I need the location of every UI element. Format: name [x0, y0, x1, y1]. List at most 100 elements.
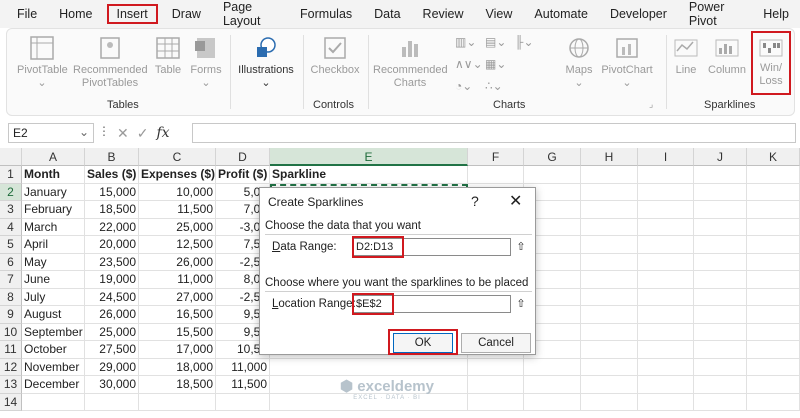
grid-cell[interactable] [747, 358, 800, 376]
recommended-charts-button[interactable]: Recommended Charts [373, 35, 448, 90]
menu-draw[interactable]: Draw [161, 4, 212, 24]
column-header[interactable]: J [694, 148, 747, 166]
menu-file[interactable]: File [6, 4, 48, 24]
grid-cell[interactable] [747, 306, 800, 324]
grid-cell[interactable] [694, 218, 747, 236]
pie-chart-icon[interactable]: ◔⌄ [455, 79, 472, 93]
menu-formulas[interactable]: Formulas [289, 4, 363, 24]
grid-cell[interactable] [694, 358, 747, 376]
grid-cell[interactable]: 18,000 [139, 358, 216, 376]
menu-help[interactable]: Help [752, 4, 800, 24]
grid-cell[interactable]: 15,000 [85, 183, 139, 201]
column-header[interactable]: H [581, 148, 638, 166]
grid-cell[interactable] [524, 358, 581, 376]
grid-cell[interactable] [524, 376, 581, 394]
grid-cell[interactable] [694, 183, 747, 201]
grid-cell[interactable] [747, 201, 800, 219]
grid-cell[interactable]: 18,500 [139, 376, 216, 394]
grid-cell[interactable] [747, 393, 800, 411]
pivotchart-button[interactable]: PivotChart ⌄ [599, 35, 655, 90]
grid-cell[interactable] [747, 166, 800, 184]
grid-cell[interactable]: December [22, 376, 85, 394]
grid-cell[interactable] [694, 236, 747, 254]
row-header[interactable]: 8 [0, 288, 22, 306]
column-header[interactable]: F [468, 148, 524, 166]
grid-cell[interactable] [638, 271, 694, 289]
grid-cell[interactable] [638, 166, 694, 184]
dialog-launcher-icon[interactable]: ⌟ [649, 99, 653, 110]
row-header[interactable]: 14 [0, 393, 22, 411]
grid-cell[interactable]: 24,500 [85, 288, 139, 306]
grid-cell[interactable] [747, 376, 800, 394]
grid-cell[interactable] [638, 218, 694, 236]
grid-cell[interactable] [694, 166, 747, 184]
grid-cell[interactable] [581, 236, 638, 254]
grid-cell[interactable] [581, 341, 638, 359]
grid-cell[interactable] [581, 306, 638, 324]
grid-cell[interactable] [581, 288, 638, 306]
menu-automate[interactable]: Automate [523, 4, 599, 24]
grid-cell[interactable] [581, 166, 638, 184]
sparkline-line-button[interactable]: Line [671, 35, 701, 77]
grid-cell[interactable] [694, 271, 747, 289]
cancel-icon[interactable]: ✕ [117, 125, 129, 142]
line-chart-icon[interactable]: ∧∨⌄ [455, 57, 483, 71]
grid-cell[interactable] [581, 393, 638, 411]
grid-cell[interactable] [524, 393, 581, 411]
column-header[interactable]: D [216, 148, 270, 166]
waterfall-chart-icon[interactable]: ╟⌄ [515, 35, 534, 49]
grid-cell[interactable]: 16,500 [139, 306, 216, 324]
cancel-button[interactable]: Cancel [461, 333, 531, 353]
grid-cell[interactable]: 25,000 [139, 218, 216, 236]
illustrations-button[interactable]: Illustrations ⌄ [235, 35, 297, 90]
grid-cell[interactable] [747, 271, 800, 289]
column-header[interactable]: G [524, 148, 581, 166]
hierarchy-chart-icon[interactable]: ▤⌄ [485, 35, 506, 49]
menu-insert[interactable]: Insert [106, 4, 158, 24]
row-header[interactable]: 3 [0, 201, 22, 219]
more-options-icon[interactable]: ⋮ [98, 124, 110, 138]
grid-cell[interactable]: 11,500 [216, 376, 270, 394]
grid-cell[interactable] [747, 218, 800, 236]
scatter-chart-icon[interactable]: ∴⌄ [485, 79, 503, 93]
grid-cell[interactable]: 18,500 [85, 201, 139, 219]
grid-cell[interactable] [22, 393, 85, 411]
grid-cell[interactable] [638, 306, 694, 324]
grid-cell[interactable] [638, 236, 694, 254]
formula-input[interactable] [192, 123, 796, 143]
grid-cell[interactable]: 10,000 [139, 183, 216, 201]
grid-cell[interactable] [638, 393, 694, 411]
grid-cell[interactable]: Sales ($) [85, 166, 139, 184]
grid-cell[interactable]: 27,000 [139, 288, 216, 306]
grid-cell[interactable]: 29,000 [85, 358, 139, 376]
insert-function-icon[interactable]: fx [156, 125, 169, 141]
grid-cell[interactable] [747, 341, 800, 359]
grid-cell[interactable] [638, 253, 694, 271]
column-header[interactable]: K [747, 148, 800, 166]
grid-cell[interactable]: 26,000 [85, 306, 139, 324]
grid-cell[interactable]: 19,000 [85, 271, 139, 289]
close-icon[interactable]: ✕ [509, 191, 522, 211]
grid-cell[interactable] [581, 201, 638, 219]
recommended-pivottables-button[interactable]: Recommended PivotTables [73, 35, 148, 90]
row-header[interactable]: 11 [0, 341, 22, 359]
grid-cell[interactable]: 17,000 [139, 341, 216, 359]
column-header[interactable]: E [270, 148, 468, 166]
grid-cell[interactable] [581, 358, 638, 376]
column-header[interactable]: C [139, 148, 216, 166]
grid-cell[interactable] [638, 183, 694, 201]
maps-button[interactable]: Maps ⌄ [563, 35, 595, 90]
select-all-corner[interactable] [0, 148, 22, 166]
grid-cell[interactable]: February [22, 201, 85, 219]
grid-cell[interactable] [747, 236, 800, 254]
grid-cell[interactable]: January [22, 183, 85, 201]
grid-cell[interactable] [468, 358, 524, 376]
grid-cell[interactable] [747, 288, 800, 306]
ok-button[interactable]: OK [393, 333, 453, 353]
grid-cell[interactable] [581, 253, 638, 271]
grid-cell[interactable]: September [22, 323, 85, 341]
grid-cell[interactable]: 30,000 [85, 376, 139, 394]
grid-cell[interactable] [216, 393, 270, 411]
sparkline-column-button[interactable]: Column [707, 35, 747, 77]
menu-power-pivot[interactable]: Power Pivot [678, 0, 752, 31]
